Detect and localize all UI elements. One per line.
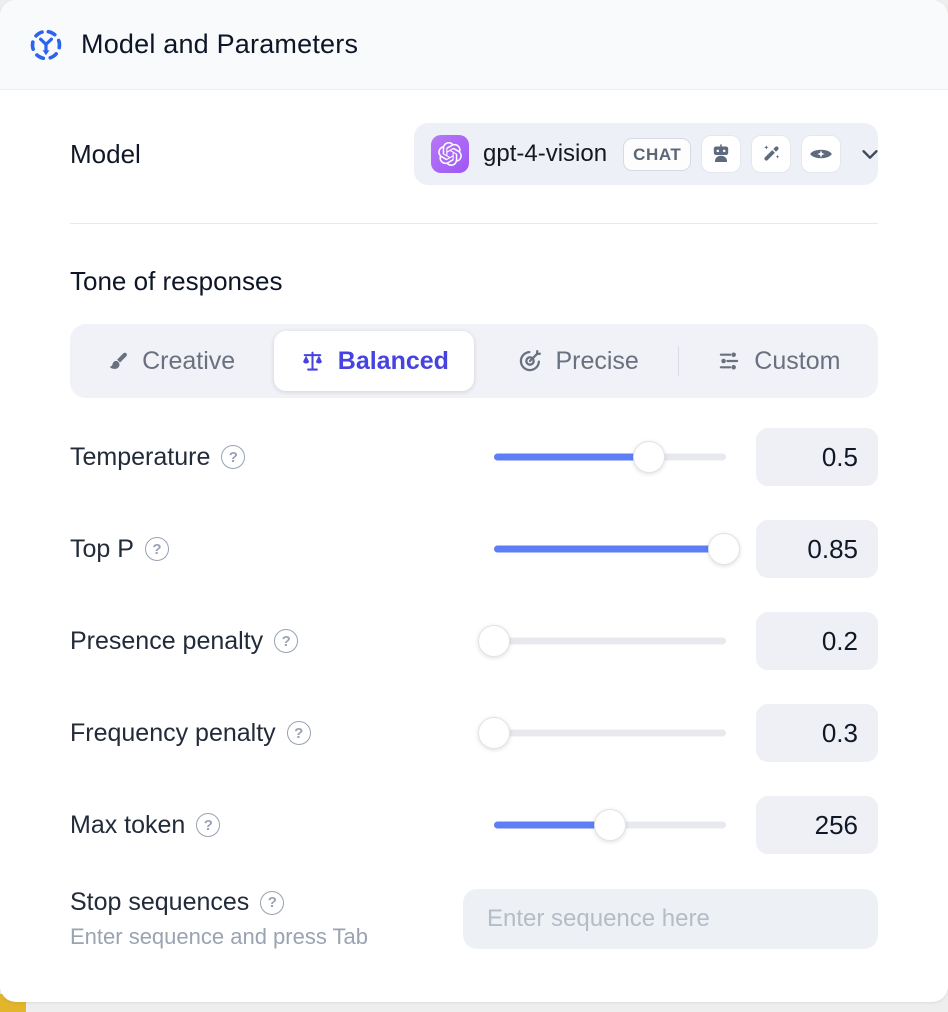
- tone-option-label: Precise: [555, 347, 638, 376]
- vision-eye-icon: [801, 135, 841, 173]
- magic-wand-icon: [751, 135, 791, 173]
- temperature-slider[interactable]: [494, 440, 726, 474]
- tone-option-balanced[interactable]: Balanced: [274, 331, 473, 391]
- question-icon[interactable]: ?: [196, 813, 220, 837]
- slider-thumb[interactable]: [633, 441, 665, 473]
- balance-scale-icon: [299, 348, 326, 375]
- selected-model-name: gpt-4-vision: [483, 140, 607, 168]
- param-label: Temperature: [70, 443, 210, 472]
- stop-sequences-row: Stop sequences ? Enter sequence and pres…: [70, 888, 878, 950]
- stop-sequences-hint: Enter sequence and press Tab: [70, 924, 463, 950]
- param-row-presence-penalty: Presence penalty ? 0.2: [70, 612, 878, 670]
- slider-fill: [494, 454, 649, 461]
- model-parameters-panel: Model and Parameters Model gpt-4-vision …: [0, 0, 948, 1002]
- model-select-dropdown[interactable]: gpt-4-vision CHAT: [414, 123, 878, 185]
- frequency-penalty-value[interactable]: 0.3: [756, 704, 878, 762]
- robot-icon: [701, 135, 741, 173]
- model-label: Model: [70, 139, 141, 170]
- param-label: Top P: [70, 535, 134, 564]
- top-p-value[interactable]: 0.85: [756, 520, 878, 578]
- param-row-frequency-penalty: Frequency penalty ? 0.3: [70, 704, 878, 762]
- tone-option-label: Balanced: [338, 347, 449, 376]
- param-row-top-p: Top P ? 0.85: [70, 520, 878, 578]
- slider-track: [494, 638, 726, 645]
- slider-thumb[interactable]: [708, 533, 740, 565]
- paintbrush-icon: [104, 348, 130, 374]
- openai-logo: [431, 135, 469, 173]
- presence-penalty-slider[interactable]: [494, 624, 726, 658]
- param-label: Presence penalty: [70, 627, 263, 656]
- chevron-down-icon: [859, 143, 881, 165]
- tone-option-label: Custom: [754, 347, 840, 376]
- max-token-value[interactable]: 256: [756, 796, 878, 854]
- max-token-slider[interactable]: [494, 808, 726, 842]
- question-icon[interactable]: ?: [221, 445, 245, 469]
- tone-option-custom[interactable]: Custom: [679, 324, 878, 398]
- question-icon[interactable]: ?: [260, 891, 284, 915]
- sliders-icon: [716, 348, 742, 374]
- target-icon: [517, 348, 543, 374]
- stop-sequences-label: Stop sequences: [70, 888, 249, 917]
- question-icon[interactable]: ?: [274, 629, 298, 653]
- frequency-penalty-slider[interactable]: [494, 716, 726, 750]
- model-icon: [28, 27, 64, 63]
- slider-thumb[interactable]: [594, 809, 626, 841]
- tone-segmented-control: Creative Balanced: [70, 324, 878, 398]
- question-icon[interactable]: ?: [145, 537, 169, 561]
- tone-option-label: Creative: [142, 347, 235, 376]
- param-label: Max token: [70, 811, 185, 840]
- tone-option-creative[interactable]: Creative: [70, 324, 269, 398]
- section-divider: [70, 223, 878, 224]
- param-label: Frequency penalty: [70, 719, 276, 748]
- stop-sequence-input[interactable]: [463, 889, 878, 949]
- panel-header: Model and Parameters: [0, 0, 948, 90]
- tone-section-title: Tone of responses: [70, 266, 878, 297]
- top-p-slider[interactable]: [494, 532, 726, 566]
- page-title: Model and Parameters: [81, 29, 358, 60]
- temperature-value[interactable]: 0.5: [756, 428, 878, 486]
- model-row: Model gpt-4-vision CHAT: [70, 123, 878, 185]
- slider-thumb[interactable]: [478, 717, 510, 749]
- presence-penalty-value[interactable]: 0.2: [756, 612, 878, 670]
- tone-option-precise[interactable]: Precise: [479, 324, 678, 398]
- param-row-max-token: Max token ? 256: [70, 796, 878, 854]
- question-icon[interactable]: ?: [287, 721, 311, 745]
- slider-thumb[interactable]: [478, 625, 510, 657]
- param-row-temperature: Temperature ? 0.5: [70, 428, 878, 486]
- slider-track: [494, 730, 726, 737]
- slider-fill: [494, 822, 610, 829]
- model-type-badge: CHAT: [623, 138, 691, 171]
- slider-fill: [494, 546, 724, 553]
